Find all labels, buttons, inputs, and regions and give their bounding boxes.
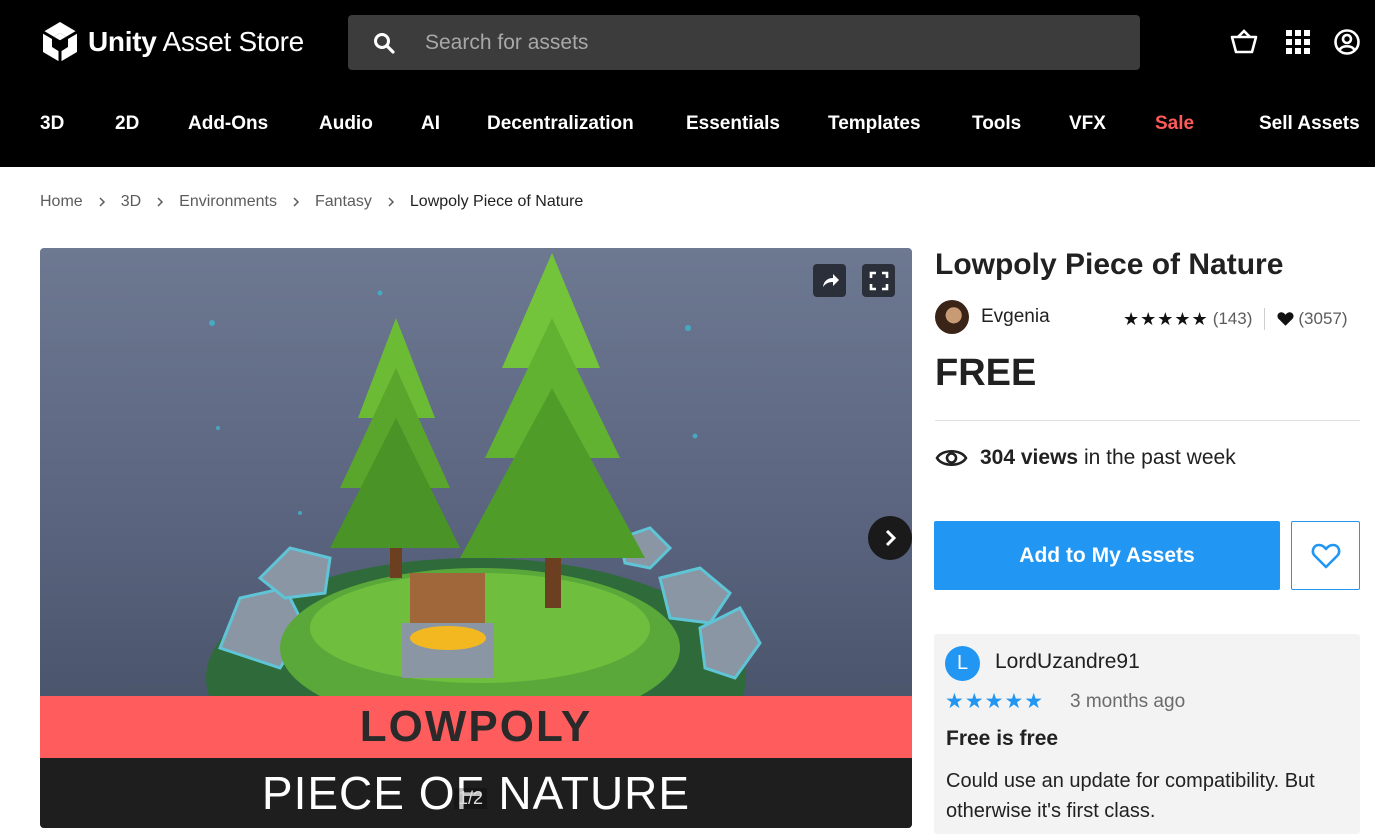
rating-summary: ★★★★★ (143) (3057) — [1123, 308, 1348, 330]
reviewer-name[interactable]: LordUzandre91 — [995, 650, 1140, 674]
nav-essentials[interactable]: Essentials — [686, 113, 780, 135]
chevron-right-icon — [99, 197, 105, 207]
nav-sell-assets[interactable]: Sell Assets — [1259, 113, 1360, 135]
breadcrumb-home[interactable]: Home — [40, 193, 83, 211]
chevron-right-icon — [388, 197, 394, 207]
nav-tools[interactable]: Tools — [972, 113, 1021, 135]
nav-add-ons[interactable]: Add-Ons — [188, 113, 268, 135]
unity-cube-icon — [42, 22, 78, 62]
nav-audio[interactable]: Audio — [319, 113, 373, 135]
review-text: Could use an update for compatibility. B… — [946, 770, 1315, 822]
views-suffix: in the past week — [1083, 446, 1236, 469]
fullscreen-icon — [869, 271, 888, 290]
apps-grid-icon[interactable] — [1283, 27, 1313, 57]
publisher-name[interactable]: Evgenia — [981, 306, 1050, 328]
banner-line-1: LOWPOLY — [359, 702, 593, 751]
breadcrumb-3d[interactable]: 3D — [121, 193, 141, 211]
price: FREE — [935, 352, 1037, 394]
unity-logo[interactable]: Unity Asset Store — [40, 20, 304, 64]
account-icon[interactable] — [1332, 27, 1362, 57]
cart-icon[interactable] — [1229, 27, 1259, 57]
rating-stars[interactable]: ★★★★★ — [1123, 309, 1209, 330]
product-preview-image — [206, 253, 762, 698]
nav-decentralization[interactable]: Decentralization — [487, 113, 634, 135]
add-to-my-assets-button[interactable]: Add to My Assets — [934, 521, 1280, 590]
views-count: 304 views — [980, 446, 1079, 469]
chevron-right-icon — [157, 197, 164, 207]
breadcrumb-fantasy[interactable]: Fantasy — [315, 193, 372, 211]
chevron-right-icon — [885, 529, 897, 547]
reviewer-avatar: L — [945, 646, 980, 681]
logo-brand: Unity — [88, 26, 157, 57]
search-icon[interactable] — [373, 32, 395, 54]
heart-filled-icon — [1277, 312, 1294, 326]
review-card: L LordUzandre91 ★★★★★ 3 months ago Free … — [934, 634, 1360, 834]
nav-3d[interactable]: 3D — [40, 113, 64, 135]
top-header: Unity Asset Store 3D 2D Add-Ons Audio AI… — [0, 0, 1375, 167]
banner-title: LOWPOLY — [40, 696, 912, 758]
review-title: Free is free — [946, 727, 1059, 750]
divider — [935, 420, 1360, 421]
product-title: Lowpoly Piece of Nature — [935, 248, 1284, 281]
publisher-info[interactable]: Evgenia — [935, 300, 1050, 334]
breadcrumb-environments[interactable]: Environments — [179, 193, 277, 211]
share-arrow-icon — [822, 273, 839, 287]
nav-vfx[interactable]: VFX — [1069, 113, 1106, 135]
nav-2d[interactable]: 2D — [115, 113, 139, 135]
media-viewer[interactable]: LOWPOLY PIECE OF NATURE 1/2 — [40, 248, 912, 828]
logo-product: Asset Store — [162, 26, 304, 57]
rating-count[interactable]: (143) — [1213, 309, 1253, 329]
add-to-favorites-button[interactable] — [1291, 521, 1360, 590]
divider — [1264, 308, 1266, 330]
share-button[interactable] — [813, 264, 846, 297]
review-date: 3 months ago — [1070, 691, 1186, 712]
chevron-right-icon — [293, 197, 300, 207]
review-stars: ★★★★★ — [945, 690, 1045, 713]
search-input[interactable] — [425, 30, 1105, 55]
image-counter: 1/2 — [454, 788, 488, 809]
eye-icon — [935, 449, 968, 467]
category-nav: 3D 2D Add-Ons Audio AI Decentralization … — [0, 100, 1375, 150]
nav-templates[interactable]: Templates — [828, 113, 921, 135]
publisher-avatar[interactable] — [935, 300, 969, 334]
heart-outline-icon — [1311, 543, 1340, 569]
breadcrumb: Home 3D Environments Fantasy Lowpoly Pie… — [40, 193, 583, 211]
breadcrumb-current: Lowpoly Piece of Nature — [409, 193, 584, 210]
nav-ai[interactable]: AI — [421, 113, 440, 135]
next-image-button[interactable] — [868, 516, 912, 560]
fullscreen-button[interactable] — [862, 264, 895, 297]
search-bar — [348, 15, 1140, 70]
nav-sale[interactable]: Sale — [1155, 113, 1194, 135]
weekly-views: 304 views in the past week — [935, 446, 1236, 470]
favorites-count: (3057) — [1298, 309, 1348, 328]
